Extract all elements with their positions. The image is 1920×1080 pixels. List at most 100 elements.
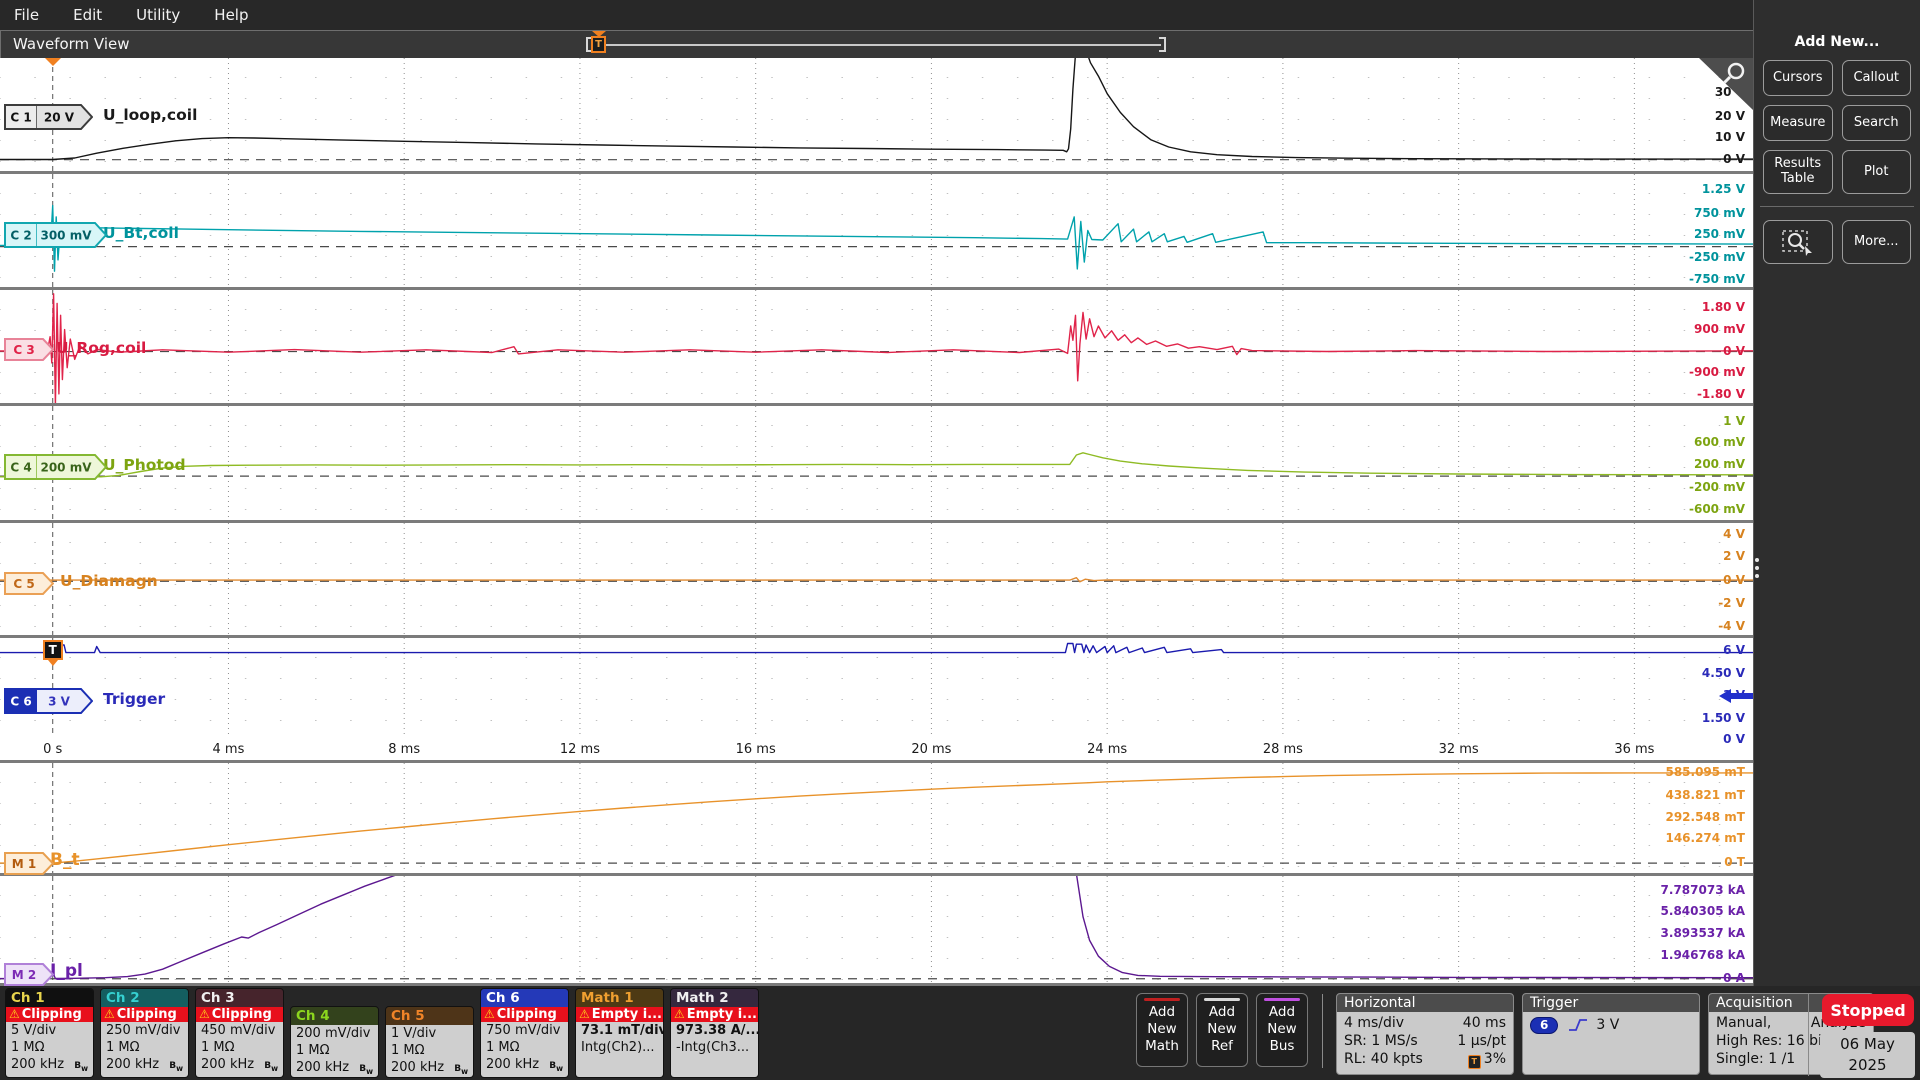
time-tick-label: 20 ms xyxy=(911,742,951,757)
waveform-slice-m1[interactable]: 585.095 mT438.821 mT292.548 mT146.274 mT… xyxy=(0,763,1753,873)
bottom-badge-math-2[interactable]: Math 2⚠Empty i...973.38 A/...-Intg(Ch3..… xyxy=(670,988,759,1078)
slice-divider xyxy=(0,760,1753,763)
svg-text:C 6: C 6 xyxy=(10,695,31,709)
results-table-button[interactable]: Results Table xyxy=(1763,150,1833,194)
svg-text:200 mV: 200 mV xyxy=(40,461,92,475)
add-new-ref-button[interactable]: AddNewRef xyxy=(1196,993,1248,1067)
bandwidth-icon: Bw xyxy=(359,1061,373,1078)
badge-row: 73.1 mT/div xyxy=(581,1022,658,1039)
badge-row: 250 mV/div xyxy=(106,1022,183,1039)
badge-title: Ch 2 xyxy=(101,989,188,1007)
waveform-area[interactable]: 30 V20 V10 V0 VC 120 VU_loop,coil1.25 V7… xyxy=(0,58,1753,986)
scale-label-c2: 1.25 V xyxy=(1702,182,1745,196)
trigger-position-marker-icon[interactable] xyxy=(45,58,61,66)
trigger-level-arrow-icon[interactable] xyxy=(1719,688,1753,704)
waveform-slice-m2[interactable]: 7.787073 kA5.840305 kA3.893537 kA1.94676… xyxy=(0,876,1753,983)
cursors-button[interactable]: Cursors xyxy=(1763,60,1833,96)
badge-warning: ⚠Clipping xyxy=(196,1007,283,1022)
badge-warning: ⚠Empty i... xyxy=(576,1007,663,1022)
view-title: Waveform View xyxy=(13,35,130,53)
trace-m2 xyxy=(0,876,1753,979)
menu-bar: FileEditUtilityHelp Tektronix xyxy=(0,0,1920,30)
sample-interval: 1 µs/pt xyxy=(1457,1032,1506,1050)
scale-label-c4: -600 mV xyxy=(1689,502,1745,516)
svg-text:M 2: M 2 xyxy=(12,968,36,982)
channel-badge-c2[interactable]: C 2300 mV xyxy=(4,222,107,248)
channel-badge-m1[interactable]: M 1 xyxy=(4,852,54,875)
svg-text:3 V: 3 V xyxy=(48,695,71,709)
callout-button[interactable]: Callout xyxy=(1842,60,1912,96)
add-new-bus-button[interactable]: AddNewBus xyxy=(1256,993,1308,1067)
menu-item-file[interactable]: File xyxy=(14,6,39,24)
bottom-bar: Ch 1⚠Clipping5 V/div1 MΩ200 kHzBwCh 2⚠Cl… xyxy=(0,986,1920,1080)
math-color-stripe xyxy=(1144,998,1180,1001)
more-button[interactable]: More... xyxy=(1842,220,1912,264)
slice-divider xyxy=(0,287,1753,290)
trigger-panel-title: Trigger xyxy=(1523,994,1699,1012)
search-button[interactable]: Search xyxy=(1842,105,1912,141)
acquisition-overview-bar[interactable] xyxy=(593,44,1161,46)
bandwidth-icon: Bw xyxy=(549,1058,563,1077)
bottom-badge-ch-2[interactable]: Ch 2⚠Clipping250 mV/div1 MΩ200 kHzBw xyxy=(100,988,189,1078)
scale-label-c3: -1.80 V xyxy=(1697,387,1745,401)
channel-badge-c4[interactable]: C 4200 mV xyxy=(4,454,107,480)
badge-title: Ch 5 xyxy=(386,1007,473,1025)
badge-row: 1 MΩ xyxy=(486,1039,563,1056)
menu-item-help[interactable]: Help xyxy=(214,6,248,24)
badge-row: 1 MΩ xyxy=(296,1042,373,1059)
menu-item-edit[interactable]: Edit xyxy=(73,6,102,24)
bottom-badge-math-1[interactable]: Math 1⚠Empty i...73.1 mT/divIntg(Ch2)... xyxy=(575,988,664,1078)
trigger-source-marker-icon[interactable]: T xyxy=(43,640,63,660)
waveform-slice-c6[interactable]: 6 V4.50 V3 V1.50 V0 VC 63 VTrigger xyxy=(0,638,1753,735)
channel-badge-c5[interactable]: C 5 xyxy=(4,572,54,595)
waveform-view-titlebar[interactable]: Waveform View T xyxy=(0,30,1753,58)
slice-divider xyxy=(0,171,1753,174)
badge-title: Ch 3 xyxy=(196,989,283,1007)
add-new-math-button[interactable]: AddNewMath xyxy=(1136,993,1188,1067)
scale-label-c5: 2 V xyxy=(1723,549,1745,563)
trace-name-label-c5[interactable]: U_Diamagn xyxy=(60,572,158,590)
waveform-slice-c2[interactable]: 1.25 V750 mV250 mV-250 mV-750 mVC 2300 m… xyxy=(0,174,1753,287)
waveform-slice-c5[interactable]: 4 V2 V0 V-2 V-4 VC 5U_Diamagn xyxy=(0,523,1753,635)
channel-badge-c3[interactable]: C 3 xyxy=(4,338,54,361)
bottom-badge-ch-6[interactable]: Ch 6⚠Clipping750 mV/div1 MΩ200 kHzBw xyxy=(480,988,569,1078)
svg-text:M 1: M 1 xyxy=(12,857,36,871)
menu-item-utility[interactable]: Utility xyxy=(136,6,180,24)
waveform-slice-c4[interactable]: 1 V600 mV200 mV-200 mV-600 mVC 4200 mVU_… xyxy=(0,406,1753,520)
bottom-badge-ch-5[interactable]: Ch 51 V/div1 MΩ200 kHzBw xyxy=(385,1006,474,1078)
horizontal-panel[interactable]: Horizontal 4 ms/div40 ms SR: 1 MS/s1 µs/… xyxy=(1336,993,1514,1075)
trigger-panel[interactable]: Trigger 6 3 V xyxy=(1522,993,1700,1075)
trace-name-label-c6[interactable]: Trigger xyxy=(103,690,165,708)
bottom-badge-ch-4[interactable]: Ch 4200 mV/div1 MΩ200 kHzBw xyxy=(290,1006,379,1078)
badge-warning: ⚠Clipping xyxy=(101,1007,188,1022)
trace-name-label-m1[interactable]: B_t xyxy=(50,850,80,870)
trace-c6 xyxy=(0,644,1753,653)
channel-badge-c6[interactable]: C 6 3 V xyxy=(4,688,93,714)
datetime-display[interactable]: 06 May 2025 4:45:15 PM xyxy=(1820,1032,1915,1078)
bandwidth-icon: Bw xyxy=(169,1058,183,1077)
scale-label-c4: -200 mV xyxy=(1689,480,1745,494)
box-zoom-button[interactable] xyxy=(1763,220,1833,264)
sidebar-divider xyxy=(1760,206,1914,207)
waveform-slice-c1[interactable]: 30 V20 V10 V0 VC 120 VU_loop,coil xyxy=(0,58,1753,171)
panel-grip-handle[interactable] xyxy=(1755,554,1759,582)
trace-name-label-c4[interactable]: U_Photod xyxy=(103,456,186,474)
overview-trigger-icon[interactable]: T xyxy=(591,36,606,53)
measure-button[interactable]: Measure xyxy=(1763,105,1833,141)
run-stop-status-button[interactable]: Stopped xyxy=(1822,994,1914,1026)
channel-badge-m2[interactable]: M 2 xyxy=(4,963,54,986)
trace-c1 xyxy=(0,58,1753,160)
trace-name-label-c3[interactable]: U_Rog,coil xyxy=(56,339,146,357)
channel-badge-c1[interactable]: C 120 V xyxy=(4,104,93,130)
trace-name-label-c2[interactable]: U_Bt,coil xyxy=(103,224,179,242)
trace-c4 xyxy=(0,453,1753,477)
svg-text:C 2: C 2 xyxy=(10,229,31,243)
trace-name-label-m2[interactable]: I_pl xyxy=(50,961,83,981)
scale-label-c2: -250 mV xyxy=(1689,250,1745,264)
bandwidth-icon: Bw xyxy=(454,1061,468,1078)
trace-name-label-c1[interactable]: U_loop,coil xyxy=(103,106,197,124)
bottom-badge-ch-3[interactable]: Ch 3⚠Clipping450 mV/div1 MΩ200 kHzBw xyxy=(195,988,284,1078)
waveform-slice-c3[interactable]: 1.80 V900 mV0 V-900 mV-1.80 VC 3U_Rog,co… xyxy=(0,290,1753,403)
bottom-badge-ch-1[interactable]: Ch 1⚠Clipping5 V/div1 MΩ200 kHzBw xyxy=(5,988,94,1078)
plot-button[interactable]: Plot xyxy=(1842,150,1912,194)
